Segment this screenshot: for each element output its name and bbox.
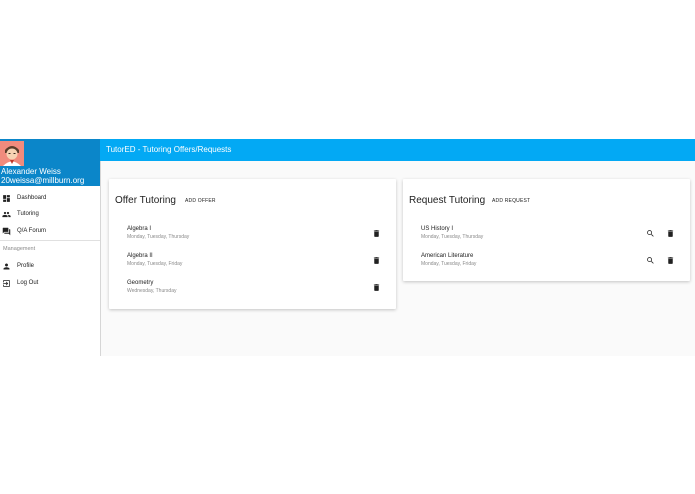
trash-icon[interactable]	[666, 229, 675, 238]
user-email: 20weissa@millburn.org	[1, 176, 85, 185]
nav-item-label: Dashboard	[17, 195, 47, 201]
person-icon	[2, 262, 11, 271]
subject-days: Monday, Tuesday, Thursday	[127, 234, 190, 240]
list-item: Algebra I Monday, Tuesday, Thursday	[109, 226, 396, 250]
list-item: US History I Monday, Tuesday, Thursday	[403, 226, 690, 250]
subject-days: Monday, Tuesday, Friday	[127, 261, 183, 267]
list-item: Geometry Wednesday, Thursday	[109, 280, 396, 304]
list-item: Algebra II Monday, Tuesday, Friday	[109, 253, 396, 277]
sidebar-divider	[0, 240, 100, 241]
subject-name: US History I	[421, 226, 454, 232]
app-toolbar: TutorED - Tutoring Offers/Requests	[100, 139, 695, 161]
search-icon[interactable]	[646, 229, 655, 238]
subject-days: Wednesday, Thursday	[127, 288, 177, 294]
forum-icon	[2, 227, 11, 236]
add-offer-button[interactable]: ADD OFFER	[185, 198, 216, 204]
nav-item-label: Tutoring	[17, 211, 39, 217]
nav-item-label: Log Out	[17, 280, 39, 286]
dashboard-icon	[2, 194, 11, 203]
card-title: Request Tutoring	[409, 195, 486, 206]
offer-tutoring-card: Offer Tutoring ADD OFFER Algebra I Monda…	[109, 179, 396, 309]
user-name: Alexander Weiss	[1, 167, 61, 176]
search-icon[interactable]	[646, 256, 655, 265]
people-icon	[2, 210, 11, 219]
subject-days: Monday, Tuesday, Friday	[421, 261, 477, 267]
sidebar-header: Alexander Weiss 20weissa@millburn.org	[0, 139, 100, 186]
nav-item-dashboard[interactable]: Dashboard	[0, 190, 100, 206]
logout-icon	[2, 279, 11, 288]
trash-icon[interactable]	[372, 256, 381, 265]
nav-item-label: Q/A Forum	[17, 228, 47, 234]
sidebar: Alexander Weiss 20weissa@millburn.org Da…	[0, 139, 101, 356]
nav-item-tutoring[interactable]: Tutoring	[0, 206, 100, 222]
management-subheader: Management	[3, 246, 36, 252]
nav-item-profile[interactable]: Profile	[0, 258, 100, 274]
add-request-button[interactable]: ADD REQUEST	[492, 198, 530, 204]
page-title: TutorED - Tutoring Offers/Requests	[106, 145, 232, 154]
subject-name: Algebra II	[127, 253, 153, 259]
trash-icon[interactable]	[372, 283, 381, 292]
app-shell: Alexander Weiss 20weissa@millburn.org Da…	[0, 139, 695, 356]
nav-item-logout[interactable]: Log Out	[0, 275, 100, 291]
trash-icon[interactable]	[666, 256, 675, 265]
avatar	[0, 141, 24, 166]
subject-days: Monday, Tuesday, Thursday	[421, 234, 484, 240]
nav-item-qa-forum[interactable]: Q/A Forum	[0, 223, 100, 239]
subject-name: Geometry	[127, 280, 154, 286]
list-item: American Literature Monday, Tuesday, Fri…	[403, 253, 690, 277]
card-title: Offer Tutoring	[115, 195, 176, 206]
trash-icon[interactable]	[372, 229, 381, 238]
subject-name: Algebra I	[127, 226, 152, 232]
request-tutoring-card: Request Tutoring ADD REQUEST US History …	[403, 179, 690, 281]
subject-name: American Literature	[421, 253, 474, 259]
nav-item-label: Profile	[17, 263, 35, 269]
